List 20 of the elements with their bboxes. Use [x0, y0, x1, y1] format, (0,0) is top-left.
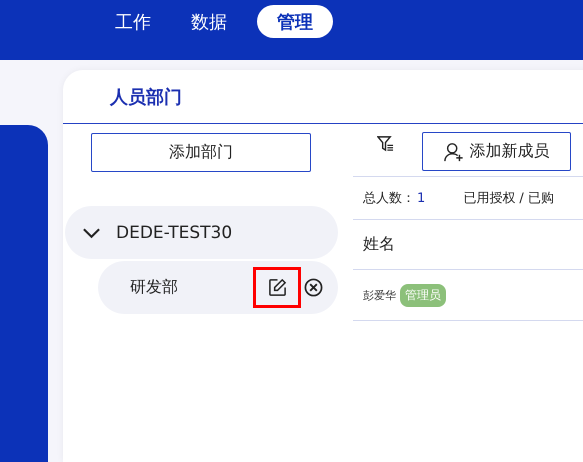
chevron-icon[interactable]: [82, 226, 101, 238]
department-name: DEDE-TEST30: [116, 222, 232, 242]
stat-text: 已用授权 / 已购: [463, 190, 554, 207]
add-member-button[interactable]: 添加新成员: [422, 132, 571, 171]
member-name: 彭爱华: [363, 288, 396, 302]
nav-tab[interactable]: 工作: [105, 5, 161, 38]
edit-icon[interactable]: [268, 278, 286, 297]
add-department-button[interactable]: 添加部门: [91, 133, 311, 172]
nav-tab[interactable]: 数据: [181, 5, 237, 38]
role-tag: 管理员: [400, 284, 446, 306]
tree-item[interactable]: DEDE-TEST30: [65, 206, 338, 259]
filter-icon[interactable]: [377, 135, 394, 152]
stat-text: 总人数：1: [363, 190, 426, 207]
close-circle-icon[interactable]: [304, 278, 323, 297]
department-name: 研发部: [130, 277, 179, 298]
add-user-icon: [444, 142, 464, 162]
nav-tab[interactable]: 管理: [257, 5, 333, 38]
column-header: 姓名: [363, 234, 395, 255]
panel-title: 人员部门: [110, 86, 182, 108]
tree-item[interactable]: 研发部: [98, 261, 338, 314]
